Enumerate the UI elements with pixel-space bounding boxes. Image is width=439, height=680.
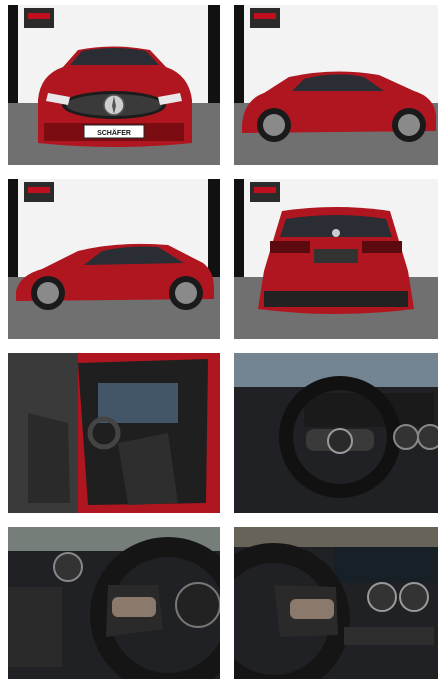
photo-rear[interactable] xyxy=(234,179,438,339)
side-profile-photo-image xyxy=(8,179,220,339)
photo-side-profile[interactable] xyxy=(8,179,220,339)
rear-photo-image xyxy=(234,179,438,339)
photo-side-rear[interactable] xyxy=(234,5,438,165)
side-rear-photo-image xyxy=(234,5,438,165)
photo-front[interactable]: SCHÄFER xyxy=(8,5,220,165)
photo-steering-left-closeup[interactable] xyxy=(8,527,220,679)
steering-left-photo-image xyxy=(8,527,220,679)
front-photo-image: SCHÄFER xyxy=(8,5,220,165)
steering-right-photo-image xyxy=(234,527,438,679)
photo-driver-door-interior[interactable] xyxy=(8,353,220,513)
steering-dashboard-photo-image xyxy=(234,353,438,513)
door-interior-photo-image xyxy=(8,353,220,513)
front-plate-text: SCHÄFER xyxy=(97,129,131,137)
photo-steering-right-closeup[interactable] xyxy=(234,527,438,679)
photo-steering-wheel-dashboard[interactable] xyxy=(234,353,438,513)
photo-gallery: SCHÄFER xyxy=(0,0,439,680)
